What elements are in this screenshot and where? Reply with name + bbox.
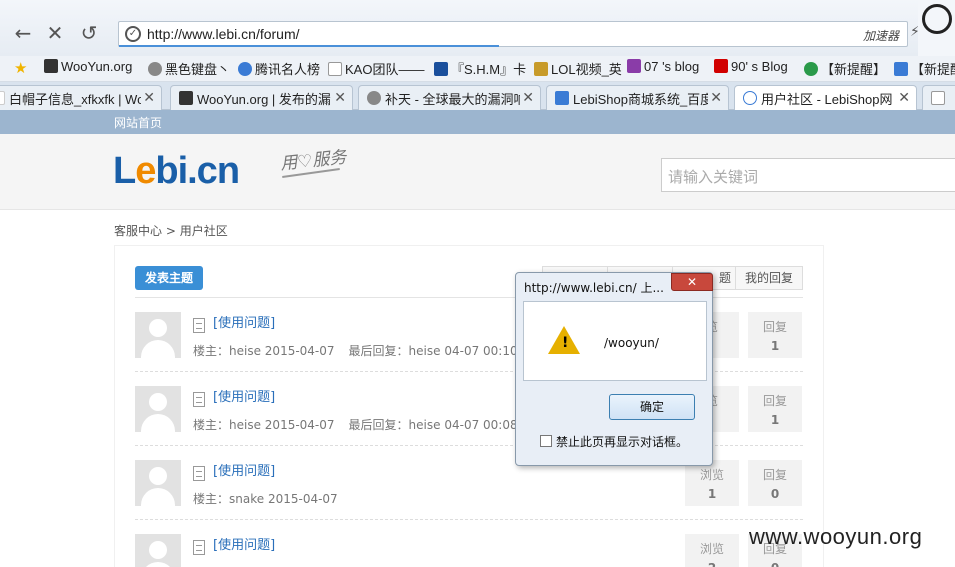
site-topbar: 网站首页 [0,110,955,134]
avatar[interactable] [135,386,181,432]
back-icon[interactable]: ← [10,20,36,46]
dialog-close-button[interactable]: ✕ [671,273,713,291]
tab-close-icon[interactable]: ✕ [332,89,346,106]
forum-panel: 发表主题 题 我的回复 [使用问题] 楼主：heise 2015-04-07 最后… [115,246,823,567]
post-title[interactable]: [使用问题] [213,312,275,331]
tab-close-icon[interactable]: ✕ [896,89,910,106]
warning-exclamation: ! [562,335,569,351]
dialog-body: ! /wooyun/ [523,301,707,381]
bookmark-item[interactable]: WooYun.org [44,59,132,74]
address-bar[interactable]: ✓ http://www.lebi.cn/forum/ 加速器 [118,21,908,47]
tab-close-icon[interactable]: ✕ [520,89,534,106]
url-text: http://www.lebi.cn/forum/ [147,26,300,42]
tab-close-icon[interactable]: ✕ [141,89,155,106]
post-row[interactable]: [使用问题] 浏览2 回复0 [135,520,803,567]
tab-close-icon[interactable]: ✕ [708,89,722,106]
post-title[interactable]: [使用问题] [213,386,275,405]
breadcrumb: 客服中心 > 用户社区 [114,224,228,238]
tab-item-active[interactable]: 用户社区 - LebiShop网 ✕ [734,85,917,110]
bookmark-item[interactable]: 『S.H.M』卡 [434,59,526,78]
load-progress [119,45,499,47]
tab-item[interactable]: WooYun.org | 发布的漏 ✕ [170,85,353,110]
document-icon [193,466,205,481]
site-logo[interactable]: Lebi.cn [113,150,240,193]
suppress-dialogs-checkbox[interactable] [540,435,552,447]
views-stat: 浏览2 [685,534,739,567]
dialog-ok-button[interactable]: 确定 [609,394,695,420]
bookmark-item[interactable]: 90' s Blog [714,59,788,74]
replies-stat: 回复 1 [748,386,802,432]
accelerator-label[interactable]: 加速器 [863,27,899,44]
home-link[interactable]: 网站首页 [114,114,162,131]
security-icon: ✓ [125,26,141,42]
suppress-dialogs-label[interactable]: 禁止此页再显示对话框。 [556,433,688,450]
tab-item[interactable]: 补天 - 全球最大的漏洞响 ✕ [358,85,541,110]
bookmarks-star-icon[interactable]: ★ [14,59,27,77]
bookmarks-bar: ★ WooYun.org 黑色键盘丶 腾讯名人榜 KAO团队—— 『S.H.M』… [0,56,955,82]
post-title[interactable]: [使用问题] [213,460,275,479]
document-icon [193,392,205,407]
avatar[interactable] [135,460,181,506]
site-header: Lebi.cn 用♡服务 请输入关键词 [0,134,955,210]
dialog-message: /wooyun/ [604,336,659,350]
tab-item[interactable]: LebiShop商城系统_百度 ✕ [546,85,729,110]
tab-strip: 白帽子信息_xfkxfk | Wo ✕ WooYun.org | 发布的漏 ✕ 补天… [0,82,955,110]
post-title[interactable]: [使用问题] [213,534,275,553]
bookmark-item[interactable]: LOL视频_英 [534,59,622,78]
new-tab-icon[interactable] [922,85,955,110]
bookmark-item[interactable]: 07 's blog [627,59,699,74]
bookmark-item[interactable]: 黑色键盘丶 [148,59,230,78]
bookmark-item[interactable]: KAO团队—— [328,59,424,78]
watermark: www.wooyun.org [749,524,923,549]
browser-logo [918,0,955,56]
tab-item[interactable]: 白帽子信息_xfkxfk | Wo ✕ [0,85,162,110]
bookmark-item[interactable]: 腾讯名人榜 [238,59,320,78]
refresh-icon[interactable]: ↺ [76,20,102,46]
dialog-title: http://www.lebi.cn/ 上... [524,281,664,295]
replies-stat: 回复0 [748,460,802,506]
avatar[interactable] [135,534,181,567]
avatar[interactable] [135,312,181,358]
stop-icon[interactable]: ✕ [42,20,68,46]
views-stat: 浏览 1 [685,460,739,506]
breadcrumb-service[interactable]: 客服中心 [114,224,162,238]
browser-toolbar: ← ✕ ↺ ✓ http://www.lebi.cn/forum/ 加速器 ⚡ … [0,0,955,56]
post-meta: 楼主：heise 2015-04-07 最后回复：heise 04-07 00:1… [193,344,518,358]
search-input[interactable]: 请输入关键词 [661,158,955,192]
document-icon [193,318,205,333]
document-icon [193,540,205,555]
alert-dialog: http://www.lebi.cn/ 上... ✕ ! /wooyun/ 确定… [515,272,713,466]
bookmark-item[interactable]: 【新提醒】 [804,59,886,78]
bookmark-item[interactable]: 【新提醒】 [894,59,955,78]
filter-tab-my-replies[interactable]: 我的回复 [735,266,803,290]
post-meta: 楼主：heise 2015-04-07 最后回复：heise 04-07 00:0… [193,418,518,432]
breadcrumb-community[interactable]: 用户社区 [180,224,228,238]
post-meta: 楼主：snake 2015-04-07 [193,492,338,506]
replies-stat: 回复 1 [748,312,802,358]
post-topic-button[interactable]: 发表主题 [135,266,203,290]
